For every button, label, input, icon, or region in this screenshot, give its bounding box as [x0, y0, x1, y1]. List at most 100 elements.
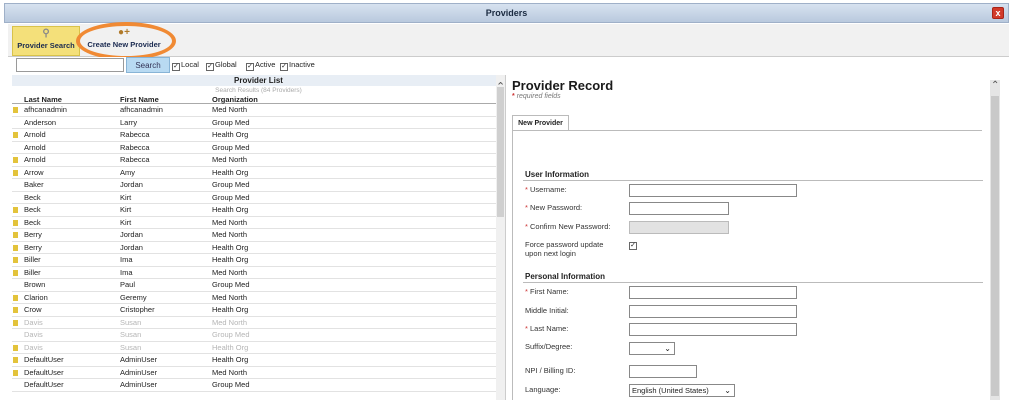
- cell-first-name: afhcanadmin: [120, 105, 163, 114]
- cell-organization: Med North: [212, 217, 248, 227]
- table-row[interactable]: Davis Susan Group Med: [12, 329, 505, 342]
- npi-input[interactable]: [629, 365, 697, 378]
- filter-global[interactable]: ✓ Global: [206, 60, 237, 71]
- chevron-up-icon[interactable]: ⌃: [496, 80, 505, 93]
- cell-first-name: AdminUser: [120, 367, 158, 377]
- col-first-name[interactable]: First Name: [120, 95, 159, 104]
- cell-last-name: Davis: [24, 317, 43, 327]
- first-name-label: * First Name:: [525, 287, 569, 296]
- cell-organization: Health Org: [212, 242, 249, 252]
- cell-first-name: Rabecca: [120, 142, 150, 152]
- table-row[interactable]: Baker Jordan Group Med: [12, 179, 505, 192]
- cell-first-name: Jordan: [120, 230, 143, 239]
- create-new-provider-button[interactable]: ●+ Create New Provider: [82, 26, 166, 56]
- checkbox-checked-icon[interactable]: ✓: [280, 63, 288, 71]
- table-row[interactable]: Crow Cristopher Health Org: [12, 304, 505, 317]
- cell-first-name: Kirt: [120, 217, 132, 227]
- list-scrollbar[interactable]: [496, 75, 505, 400]
- cell-first-name: AdminUser: [120, 355, 158, 364]
- cell-first-name: Ima: [120, 267, 133, 277]
- filter-inactive[interactable]: ✓ Inactive: [280, 60, 315, 71]
- cell-organization: Group Med: [212, 192, 250, 202]
- table-row[interactable]: Beck Kirt Med North: [12, 217, 505, 229]
- record-scroll-thumb[interactable]: [991, 96, 999, 396]
- suffix-select[interactable]: ⌄: [629, 342, 675, 355]
- cell-organization: Health Org: [212, 205, 249, 214]
- cell-last-name: DefaultUser: [24, 380, 64, 389]
- filter-active[interactable]: ✓ Active: [246, 60, 275, 71]
- table-row[interactable]: DefaultUser AdminUser Group Med: [12, 379, 505, 392]
- table-row[interactable]: Brown Paul Group Med: [12, 279, 505, 292]
- force-update-checkbox[interactable]: ✓: [629, 242, 637, 250]
- table-row[interactable]: Davis Susan Health Org: [12, 342, 505, 354]
- table-row[interactable]: Arnold Rabecca Health Org: [12, 129, 505, 142]
- cell-first-name: Jordan: [120, 242, 143, 252]
- table-row[interactable]: Arrow Amy Health Org: [12, 167, 505, 179]
- cell-organization: Group Med: [212, 117, 250, 127]
- table-row[interactable]: Berry Jordan Health Org: [12, 242, 505, 254]
- tab-new-provider[interactable]: New Provider: [512, 115, 569, 130]
- local-provider-icon: [13, 157, 18, 163]
- local-provider-icon: [13, 232, 18, 238]
- local-provider-icon: [13, 294, 18, 301]
- user-info-heading: User Information: [525, 170, 590, 179]
- cell-last-name: Clarion: [24, 292, 48, 302]
- last-name-input[interactable]: [629, 323, 797, 336]
- checkbox-checked-icon[interactable]: ✓: [172, 63, 180, 71]
- table-row[interactable]: Anderson Larry Group Med: [12, 117, 505, 129]
- language-select[interactable]: English (United States) ⌄: [629, 384, 735, 397]
- cell-last-name: Arnold: [24, 155, 46, 164]
- table-row[interactable]: Biller Ima Med North: [12, 267, 505, 279]
- cell-first-name: Jordan: [120, 180, 143, 189]
- table-row[interactable]: Beck Kirt Group Med: [12, 192, 505, 204]
- cell-first-name: Amy: [120, 167, 135, 177]
- local-provider-icon: [13, 244, 18, 251]
- local-provider-icon: [13, 219, 18, 226]
- new-password-input[interactable]: [629, 202, 729, 215]
- record-scrollbar[interactable]: ⌃: [990, 80, 1000, 400]
- chevron-up-icon[interactable]: ⌃: [991, 80, 999, 91]
- provider-form: User Information * Username: * New Passw…: [512, 130, 983, 400]
- cell-first-name: Cristopher: [120, 305, 155, 314]
- local-provider-icon: [13, 319, 18, 326]
- provider-search-label: Provider Search: [17, 41, 75, 50]
- table-row[interactable]: DefaultUser AdminUser Health Org: [12, 354, 505, 367]
- col-last-name[interactable]: Last Name: [24, 95, 62, 104]
- table-row[interactable]: Arnold Rabecca Group Med: [12, 142, 505, 154]
- table-row[interactable]: Biller Ima Health Org: [12, 254, 505, 267]
- close-button[interactable]: x: [992, 7, 1004, 19]
- search-button[interactable]: Search: [126, 57, 170, 73]
- checkbox-checked-icon[interactable]: ✓: [206, 63, 214, 71]
- filter-local[interactable]: ✓ Local: [172, 60, 199, 71]
- middle-initial-input[interactable]: [629, 305, 797, 318]
- search-input[interactable]: [16, 58, 124, 72]
- provider-search-button[interactable]: ⚲ Provider Search: [12, 26, 80, 56]
- cell-organization: Health Org: [212, 342, 249, 352]
- cell-last-name: Davis: [24, 330, 43, 339]
- table-row[interactable]: Arnold Rabecca Med North: [12, 154, 505, 167]
- chevron-down-icon: ⌄: [664, 344, 671, 353]
- new-password-label: * New Password:: [525, 203, 583, 212]
- table-row[interactable]: Berry Jordan Med North: [12, 229, 505, 242]
- first-name-input[interactable]: [629, 286, 797, 299]
- cell-last-name: Beck: [24, 205, 41, 214]
- col-organization[interactable]: Organization: [212, 95, 258, 104]
- cell-organization: Med North: [212, 155, 248, 164]
- chevron-down-icon: ⌄: [724, 386, 731, 395]
- table-row[interactable]: afhcanadmin afhcanadmin Med North: [12, 104, 505, 117]
- table-row[interactable]: DefaultUser AdminUser Med North: [12, 367, 505, 379]
- list-scroll-thumb[interactable]: [497, 87, 504, 217]
- cell-last-name: Berry: [24, 230, 42, 239]
- cell-first-name: AdminUser: [120, 380, 158, 389]
- cell-last-name: DefaultUser: [24, 367, 64, 377]
- cell-organization: Health Org: [212, 255, 249, 264]
- personal-info-heading: Personal Information: [525, 272, 606, 281]
- table-row[interactable]: Davis Susan Med North: [12, 317, 505, 329]
- local-provider-icon: [13, 257, 18, 263]
- table-row[interactable]: Beck Kirt Health Org: [12, 204, 505, 217]
- cell-first-name: Susan: [120, 342, 142, 352]
- table-row[interactable]: Clarion Geremy Med North: [12, 292, 505, 304]
- cell-first-name: Kirt: [120, 192, 132, 202]
- username-input[interactable]: [629, 184, 797, 197]
- checkbox-checked-icon[interactable]: ✓: [246, 63, 254, 71]
